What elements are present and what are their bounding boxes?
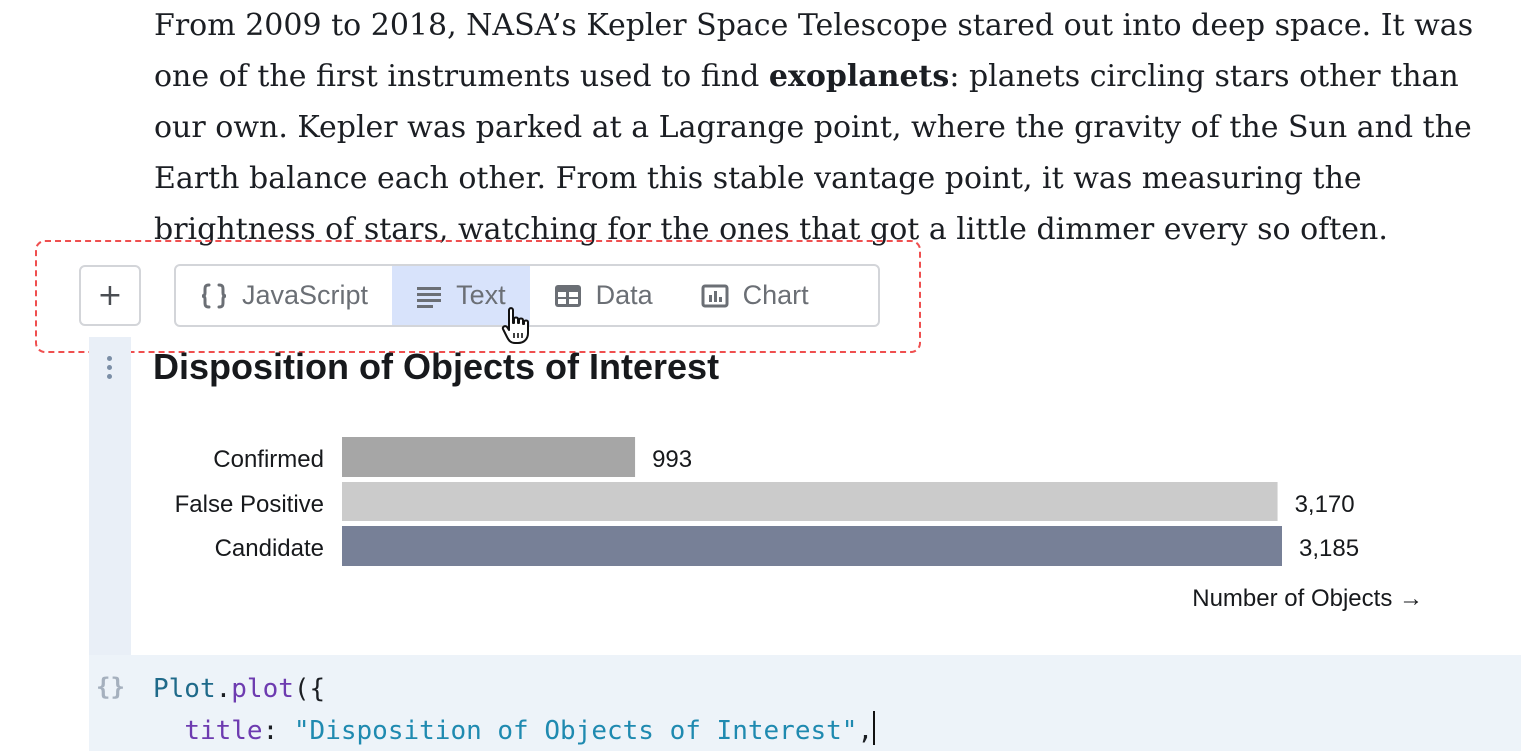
code-token: title	[184, 716, 263, 746]
chart-label: Chart	[742, 280, 809, 310]
intro-paragraph: From 2009 to 2018, NASA’s Kepler Space T…	[154, 0, 1484, 255]
data-label: Data	[595, 280, 653, 310]
value-label: 3,170	[1295, 491, 1355, 518]
x-axis-label: Number of Objects →	[1192, 585, 1423, 612]
code-token: ({	[293, 674, 326, 704]
code-token: :	[262, 716, 294, 746]
category-label: False Positive	[175, 491, 324, 518]
javascript-label: JavaScript	[242, 280, 369, 310]
cell-menu-icon[interactable]	[107, 356, 113, 380]
exoplanets-bold: exoplanets	[768, 59, 950, 94]
bar-chart-icon	[701, 284, 729, 308]
paragraph-text: : planets circling stars other than	[949, 59, 1459, 94]
value-label: 3,185	[1299, 535, 1359, 562]
data-cell-button[interactable]: Data	[530, 266, 677, 325]
javascript-cell-button[interactable]: JavaScript	[176, 266, 392, 325]
bar-false-positive	[342, 482, 1278, 521]
chart-title: Disposition of Objects of Interest	[153, 346, 720, 387]
paragraph-line: Earth balance each other. From this stab…	[154, 161, 1362, 196]
category-label: Confirmed	[213, 446, 324, 473]
code-token: "Disposition of Objects of Interest"	[293, 716, 858, 746]
add-cell-button[interactable]: +	[79, 265, 141, 326]
paragraph-line: one of the first instruments used to fin…	[154, 51, 1484, 102]
text-lines-icon	[416, 284, 442, 308]
code-token: .	[215, 674, 232, 704]
bar-confirmed	[342, 437, 636, 477]
category-label: Candidate	[215, 535, 324, 562]
plus-icon: +	[97, 278, 123, 313]
paragraph-text: one of the first instruments used to fin…	[154, 59, 769, 94]
bar-chart: Confirmed 993 False Positive 3,170 Candidate…	[175, 437, 1423, 612]
braces-icon	[200, 283, 228, 309]
bar-candidate	[342, 526, 1282, 566]
text-label: Text	[456, 280, 506, 310]
code-token: plot	[231, 674, 294, 704]
chart-cell-button[interactable]: Chart	[677, 266, 833, 325]
value-label: 993	[652, 446, 692, 473]
code-token: ,	[857, 716, 874, 746]
code-text[interactable]: Plot.plot({ title: "Disposition of Objec…	[153, 668, 876, 752]
text-caret	[873, 711, 876, 745]
paragraph-line: our own. Kepler was parked at a Lagrange…	[154, 110, 1472, 145]
code-token: Plot	[153, 674, 216, 704]
table-icon	[554, 284, 582, 308]
paragraph-line: From 2009 to 2018, NASA’s Kepler Space T…	[154, 8, 1474, 43]
cell-gutter	[89, 337, 131, 655]
javascript-cell-icon: {}	[96, 673, 125, 701]
hand-cursor-icon	[500, 306, 534, 346]
